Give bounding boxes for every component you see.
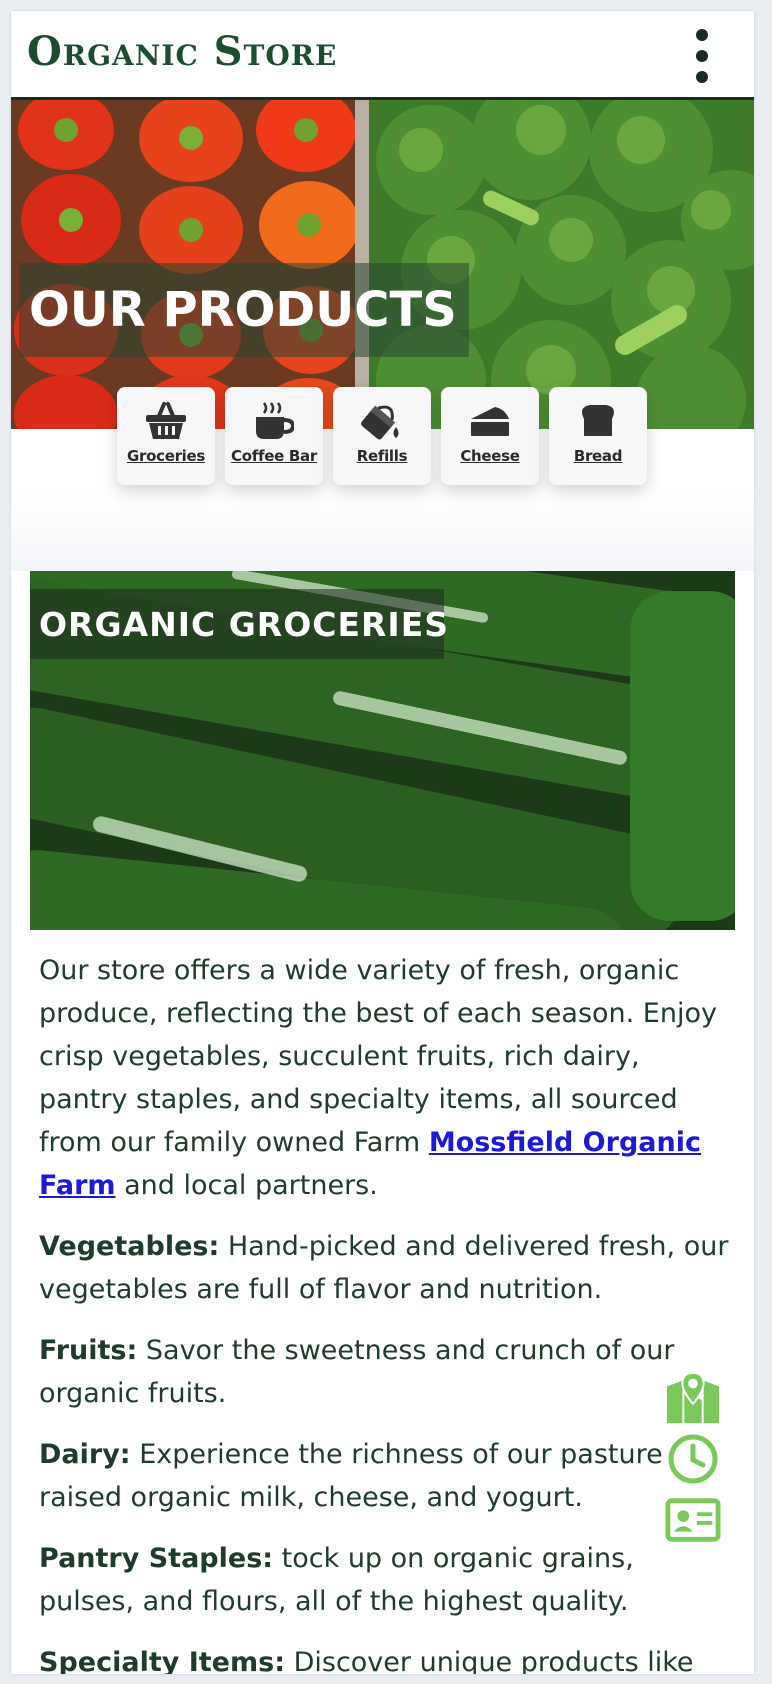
- category-label: Cheese: [460, 447, 520, 465]
- page-title: OUR PRODUCTS: [29, 282, 457, 338]
- more-vertical-icon[interactable]: [690, 29, 714, 83]
- section-title: ORGANIC GROCERIES: [39, 605, 450, 644]
- section-content: Our store offers a wide variety of fresh…: [39, 949, 729, 1674]
- hero-banner: OUR PRODUCTS: [11, 100, 754, 429]
- list-item: Fruits: Savor the sweetness and crunch o…: [39, 1329, 729, 1415]
- category-label: Refills: [356, 447, 408, 465]
- list-item: Specialty Items: Discover unique product…: [39, 1641, 729, 1674]
- item-text: Discover unique products like: [285, 1647, 694, 1674]
- category-label: Bread: [573, 447, 623, 465]
- item-label: Dairy:: [39, 1439, 131, 1470]
- item-label: Pantry Staples:: [39, 1543, 274, 1574]
- item-label: Fruits:: [39, 1335, 138, 1366]
- fade-divider: [11, 491, 754, 571]
- category-groceries[interactable]: Groceries: [117, 387, 215, 485]
- page: Organic Store OUR PRODUCTS Groceries Cof…: [11, 11, 754, 1674]
- clock-icon[interactable]: [665, 1431, 721, 1487]
- category-nav: Groceries Coffee Bar Refills Cheese Brea…: [117, 387, 647, 487]
- store-logo[interactable]: Organic Store: [27, 25, 337, 79]
- category-label: Coffee Bar: [231, 447, 317, 465]
- paint-bucket-icon: [360, 401, 404, 441]
- intro-paragraph: Our store offers a wide variety of fresh…: [39, 949, 729, 1207]
- item-text: Experience the richness of our pasture r…: [39, 1439, 663, 1513]
- contact-card-icon[interactable]: [665, 1492, 721, 1548]
- category-cheese[interactable]: Cheese: [441, 387, 539, 485]
- list-item: Dairy: Experience the richness of our pa…: [39, 1433, 729, 1519]
- top-bar: Organic Store: [11, 11, 754, 100]
- coffee-cup-icon: [254, 401, 294, 441]
- item-label: Specialty Items:: [39, 1647, 285, 1674]
- category-label: Groceries: [126, 447, 206, 465]
- list-item: Vegetables: Hand-picked and delivered fr…: [39, 1225, 729, 1311]
- category-bread[interactable]: Bread: [549, 387, 647, 485]
- cheese-icon: [469, 401, 511, 441]
- map-pin-icon[interactable]: [665, 1371, 721, 1427]
- list-item: Pantry Staples: tock up on organic grain…: [39, 1537, 729, 1623]
- category-refills[interactable]: Refills: [333, 387, 431, 485]
- bread-icon: [578, 401, 618, 441]
- category-coffee-bar[interactable]: Coffee Bar: [225, 387, 323, 485]
- basket-icon: [145, 401, 187, 441]
- intro-tail: and local partners.: [115, 1170, 378, 1201]
- item-label: Vegetables:: [39, 1231, 220, 1262]
